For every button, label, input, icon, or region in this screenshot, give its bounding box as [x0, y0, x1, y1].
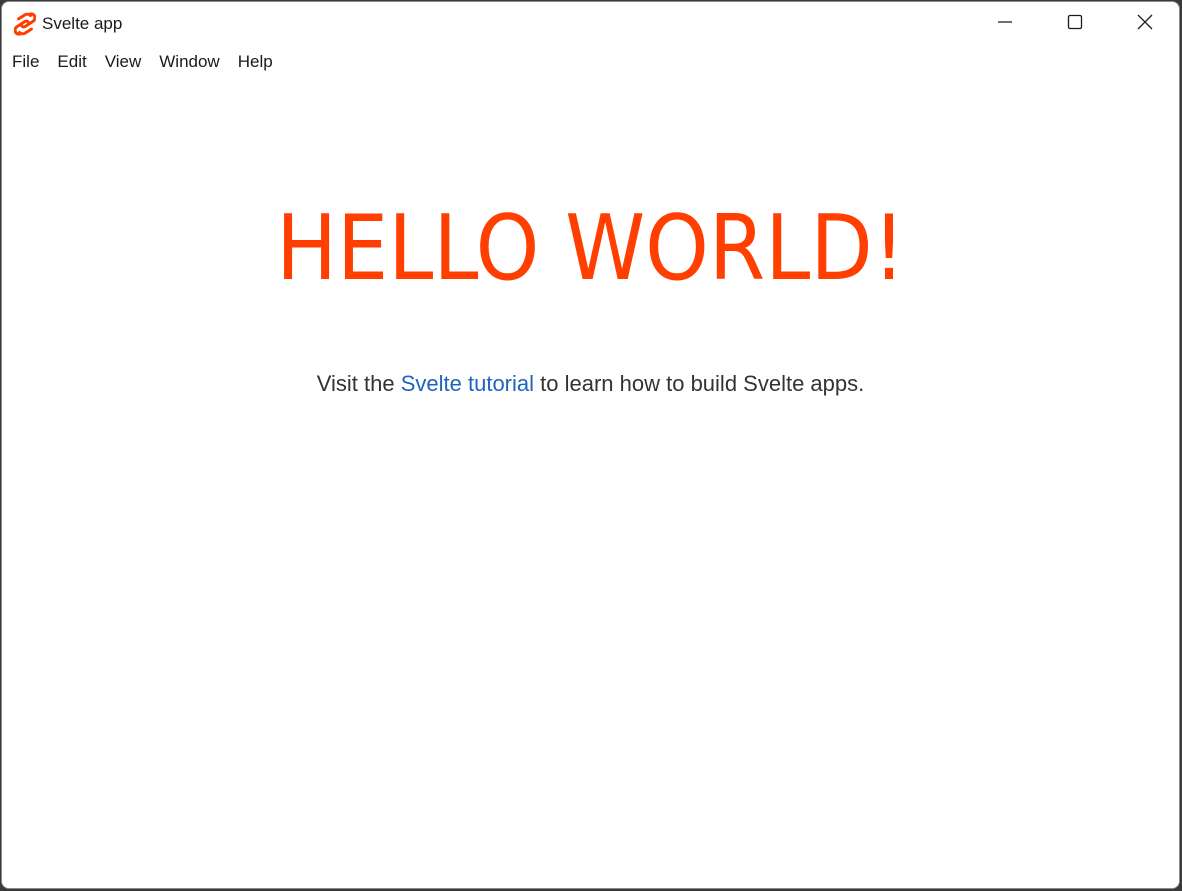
svelte-logo-icon [13, 12, 37, 36]
maximize-button[interactable] [1040, 2, 1110, 46]
close-button[interactable] [1110, 2, 1179, 46]
menu-view[interactable]: View [96, 47, 151, 77]
hello-heading: HELLO WORLD! [276, 196, 906, 301]
window-title: Svelte app [42, 14, 123, 33]
minimize-button[interactable] [970, 2, 1040, 46]
menu-bar: File Edit View Window Help [2, 46, 1179, 78]
maximize-icon [1067, 14, 1083, 35]
main-content: HELLO WORLD! Visit the Svelte tutorial t… [2, 78, 1179, 888]
menu-edit[interactable]: Edit [48, 47, 95, 77]
intro-text-before: Visit the [316, 371, 401, 396]
app-window: Svelte app File Edit View Window Help HE… [1, 1, 1180, 889]
minimize-icon [997, 14, 1013, 35]
intro-text: Visit the Svelte tutorial to learn how t… [2, 371, 1179, 397]
intro-text-after: to learn how to build Svelte apps. [534, 371, 865, 396]
menu-window[interactable]: Window [150, 47, 228, 77]
title-bar[interactable]: Svelte app [2, 2, 1179, 46]
svelte-tutorial-link[interactable]: Svelte tutorial [401, 371, 534, 396]
menu-file[interactable]: File [2, 47, 48, 77]
menu-help[interactable]: Help [229, 47, 282, 77]
close-icon [1137, 14, 1153, 35]
